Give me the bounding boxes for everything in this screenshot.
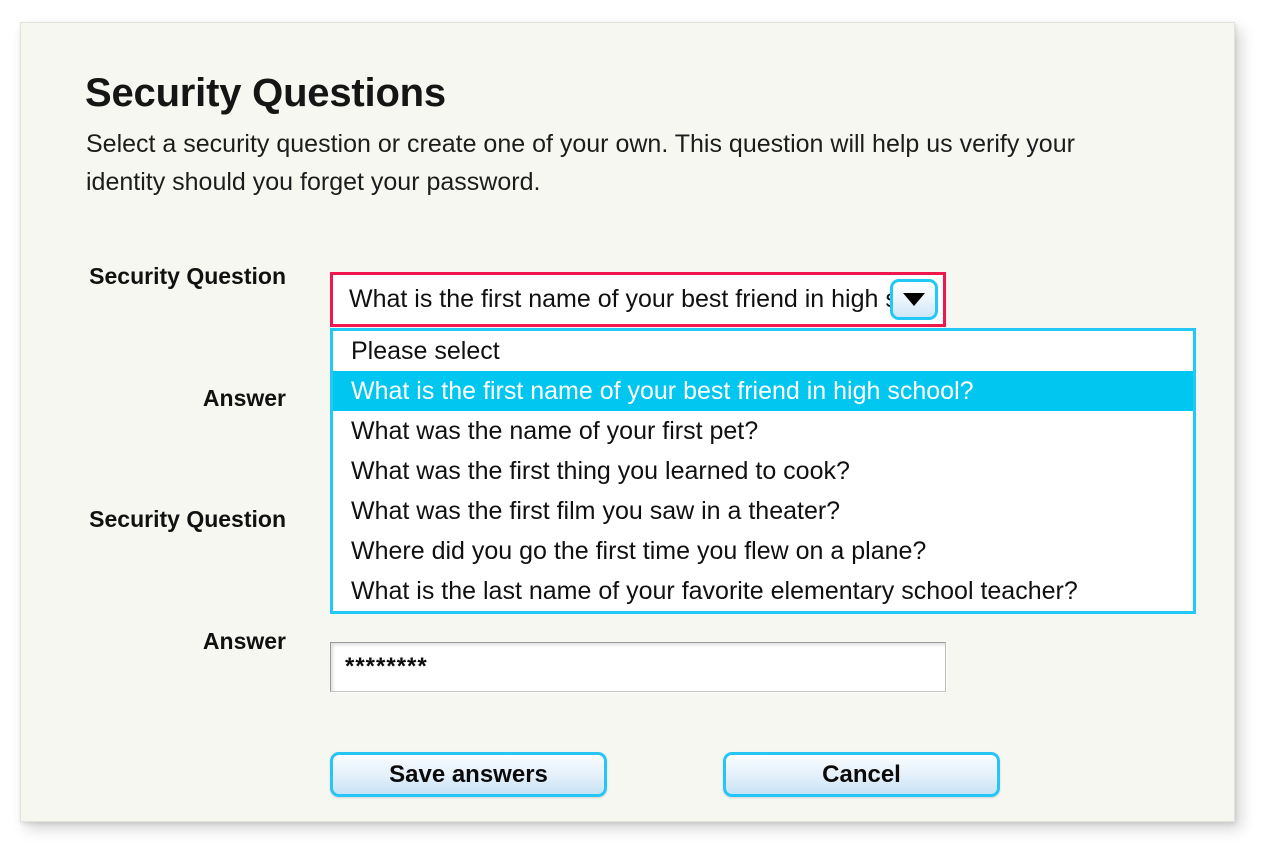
save-answers-button[interactable]: Save answers bbox=[330, 752, 607, 797]
option-item[interactable]: What was the name of your first pet? bbox=[333, 411, 1193, 451]
option-item[interactable]: What is the first name of your best frie… bbox=[333, 371, 1193, 411]
option-item[interactable]: What was the first film you saw in a the… bbox=[333, 491, 1193, 531]
answer-input-value: ******** bbox=[345, 653, 428, 680]
option-item[interactable]: What was the first thing you learned to … bbox=[333, 451, 1193, 491]
option-item[interactable]: Where did you go the first time you flew… bbox=[333, 531, 1193, 571]
option-item[interactable]: Please select bbox=[333, 331, 1193, 371]
label-answer-1: Answer bbox=[202, 385, 286, 411]
chevron-down-icon bbox=[903, 293, 925, 306]
page-description: Select a security question or create one… bbox=[86, 130, 1075, 196]
answer-input[interactable]: ******** bbox=[330, 642, 946, 692]
option-item[interactable]: What is the last name of your favorite e… bbox=[333, 571, 1193, 611]
label-security-question-1: Security Question bbox=[89, 263, 286, 289]
cancel-button[interactable]: Cancel bbox=[723, 752, 1000, 797]
security-question-option-list[interactable]: Please select What is the first name of y… bbox=[330, 328, 1196, 614]
page-title: Security Questions bbox=[85, 71, 446, 115]
security-question-select[interactable]: What is the first name of your best frie… bbox=[330, 272, 946, 327]
select-dropdown-arrow-button[interactable] bbox=[890, 279, 938, 320]
security-questions-panel: Security Questions Select a security que… bbox=[20, 22, 1235, 822]
security-question-select-value: What is the first name of your best frie… bbox=[349, 285, 890, 313]
label-answer-2: Answer bbox=[202, 628, 286, 654]
label-security-question-2: Security Question bbox=[89, 506, 286, 532]
